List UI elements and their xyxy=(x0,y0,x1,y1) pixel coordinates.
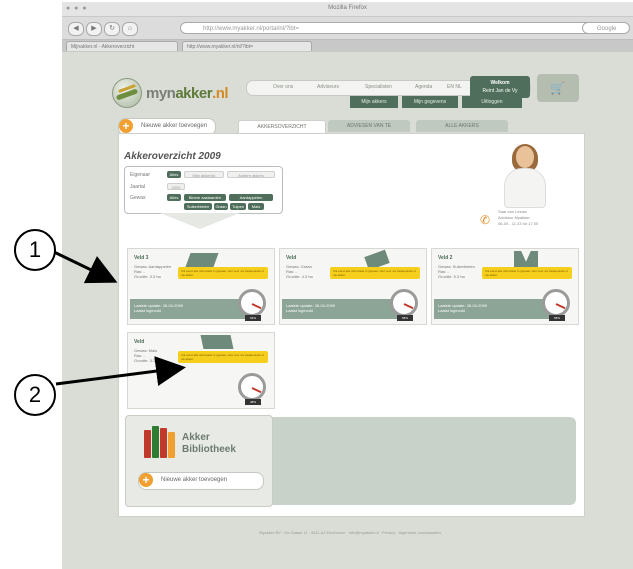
callout-1: 1 xyxy=(14,229,56,271)
annotation-arrows xyxy=(53,250,186,386)
arrow-1 xyxy=(53,250,118,284)
callout-2: 2 xyxy=(14,374,56,416)
arrow-2 xyxy=(55,356,186,386)
